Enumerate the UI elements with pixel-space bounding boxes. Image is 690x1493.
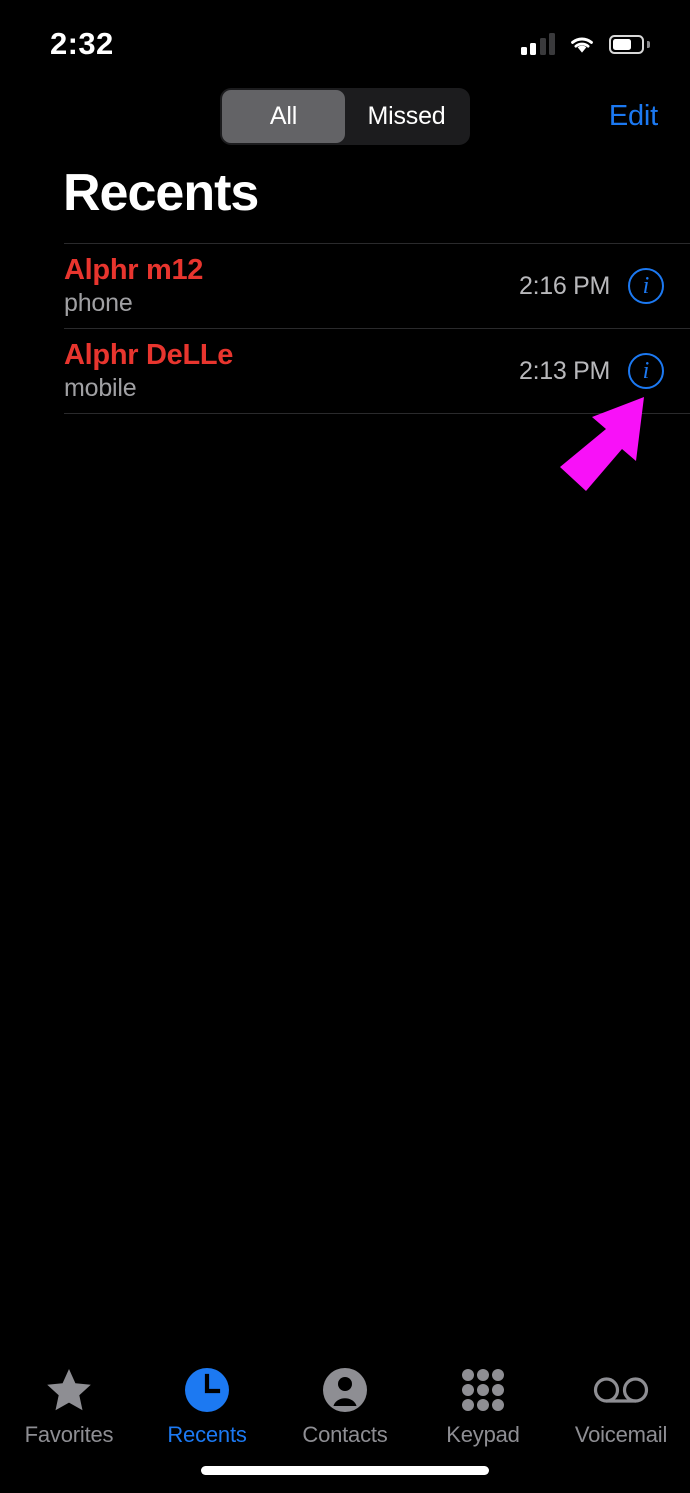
tab-keypad[interactable]: Keypad <box>414 1366 552 1448</box>
call-timestamp: 2:16 PM <box>518 271 610 300</box>
wifi-icon <box>571 37 593 53</box>
battery-icon <box>609 34 650 54</box>
call-timestamp: 2:13 PM <box>518 356 610 385</box>
navigation-bar: All Missed Edit <box>0 88 690 148</box>
tab-label: Favorites <box>24 1422 114 1447</box>
info-icon[interactable]: i <box>628 353 664 389</box>
call-line-label: mobile <box>64 374 137 402</box>
recents-call-list: Alphr m12 phone 2:16 PM i Alphr DeLLe mo… <box>0 243 690 414</box>
call-row-meta: 2:13 PM i <box>519 353 664 389</box>
page-title: Recents <box>63 164 259 222</box>
call-contact-name: Alphr m12 <box>64 254 204 286</box>
table-row[interactable]: Alphr DeLLe mobile 2:13 PM i <box>0 329 690 413</box>
tab-label: Contacts <box>302 1422 388 1447</box>
edit-button[interactable]: Edit <box>609 100 658 133</box>
status-bar: 2:32 <box>0 0 690 82</box>
tab-label: Keypad <box>446 1422 520 1447</box>
info-icon[interactable]: i <box>628 268 664 304</box>
call-row-meta: 2:16 PM i <box>519 268 664 304</box>
segment-missed[interactable]: Missed <box>345 90 468 143</box>
cellular-signal-icon <box>520 33 555 55</box>
tab-contacts[interactable]: Contacts <box>276 1366 414 1448</box>
call-line-label: phone <box>64 289 133 317</box>
person-circle-icon <box>322 1366 368 1414</box>
call-filter-segmented-control[interactable]: All Missed <box>220 88 470 145</box>
tab-voicemail[interactable]: Voicemail <box>552 1366 690 1448</box>
table-row[interactable]: Alphr m12 phone 2:16 PM i <box>0 244 690 328</box>
tab-label: Voicemail <box>574 1422 668 1447</box>
status-bar-indicators <box>520 33 650 55</box>
star-icon <box>46 1366 92 1414</box>
tab-favorites[interactable]: Favorites <box>0 1366 138 1448</box>
segment-all[interactable]: All <box>222 90 345 143</box>
call-row-text: Alphr m12 phone <box>64 254 519 318</box>
status-bar-clock: 2:32 <box>50 26 114 61</box>
home-indicator[interactable] <box>201 1466 489 1475</box>
tab-label: Recents <box>167 1422 247 1447</box>
call-contact-name: Alphr DeLLe <box>64 339 234 371</box>
voicemail-icon <box>593 1366 649 1414</box>
clock-icon <box>184 1366 230 1414</box>
phone-screen: 2:32 All Missed Edit Recents Alphr m12 p… <box>0 0 690 1493</box>
call-row-text: Alphr DeLLe mobile <box>64 339 519 403</box>
list-divider <box>64 413 690 414</box>
keypad-grid-icon <box>461 1366 505 1414</box>
tab-recents[interactable]: Recents <box>138 1366 276 1448</box>
